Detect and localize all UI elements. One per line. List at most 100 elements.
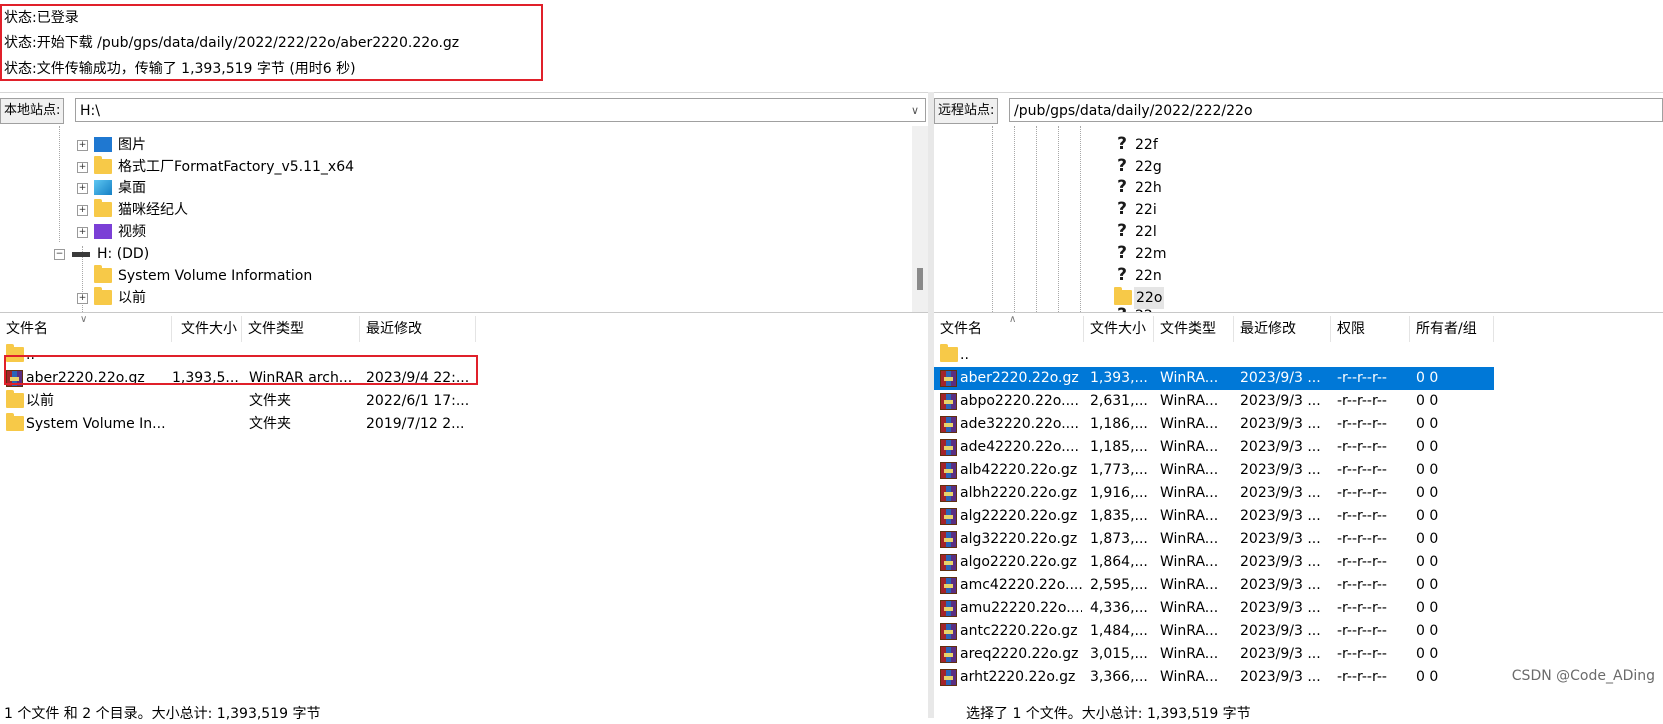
- tree-node-22n[interactable]: ? 22n: [934, 265, 1634, 287]
- local-site-bar: 本地站点: H:\ ∨: [0, 98, 928, 124]
- remote-file-list[interactable]: 文件名 ∧ 文件大小 文件类型 最近修改 权限 所有者/组 .. aber2220…: [934, 316, 1663, 704]
- column-header-modified[interactable]: 最近修改: [360, 316, 476, 342]
- tree-node-label: 22f: [1135, 137, 1158, 153]
- file-type: WinRA...: [1160, 646, 1219, 662]
- tree-node-desktop[interactable]: + 桌面: [0, 177, 900, 199]
- column-header-owner[interactable]: 所有者/组: [1410, 316, 1494, 342]
- tree-node-label: 桌面: [118, 180, 146, 196]
- column-header-permissions[interactable]: 权限: [1331, 316, 1410, 342]
- winrar-icon: [940, 646, 957, 663]
- file-row[interactable]: antc2220.22o.gz 1,484,... WinRA... 2023/9/3…: [934, 620, 1494, 643]
- file-row[interactable]: 以前 文件夹 2022/6/1 17:...: [0, 390, 478, 413]
- column-header-size[interactable]: 文件大小: [1084, 316, 1154, 342]
- file-row[interactable]: System Volume In... 文件夹 2019/7/12 2...: [0, 413, 478, 436]
- file-permissions: -r--r--r--: [1337, 531, 1387, 547]
- tree-node-label: 格式工厂FormatFactory_v5.11_x64: [118, 159, 355, 175]
- winrar-icon: [940, 669, 957, 686]
- watermark-text: CSDN @Code_ADing: [1511, 668, 1655, 684]
- expand-icon[interactable]: +: [77, 227, 88, 238]
- local-path-input[interactable]: H:\ ∨: [75, 98, 926, 122]
- file-type: WinRA...: [1160, 370, 1219, 386]
- file-permissions: -r--r--r--: [1337, 439, 1387, 455]
- column-header-type[interactable]: 文件类型: [242, 316, 360, 342]
- file-row[interactable]: algo2220.22o.gz 1,864,... WinRA... 2023/9/3…: [934, 551, 1494, 574]
- tree-node-22m[interactable]: ? 22m: [934, 243, 1634, 265]
- column-header-size[interactable]: 文件大小: [172, 316, 242, 342]
- file-modified: 2023/9/3 ...: [1240, 577, 1321, 593]
- file-modified: 2023/9/3 ...: [1240, 623, 1321, 639]
- remote-directory-tree[interactable]: ? 22f ? 22g ? 22h ? 22i ? 22l ? 22m ? 22…: [934, 126, 1663, 313]
- folder-icon: [94, 287, 112, 305]
- local-directory-tree[interactable]: + 图片 + 格式工厂FormatFactory_v5.11_x64 + 桌面 …: [0, 126, 928, 313]
- column-header-type[interactable]: 文件类型: [1154, 316, 1234, 342]
- file-row[interactable]: aber2220.22o.gz 1,393,... WinRA... 2023/9/3…: [934, 367, 1494, 390]
- file-owner: 0 0: [1416, 531, 1439, 547]
- file-permissions: -r--r--r--: [1337, 577, 1387, 593]
- tree-node-22l[interactable]: ? 22l: [934, 221, 1634, 243]
- remote-path-input[interactable]: /pub/gps/data/daily/2022/222/22o: [1009, 98, 1663, 122]
- file-row[interactable]: arht2220.22o.gz 3,366,... WinRA... 2023/9/3…: [934, 666, 1494, 689]
- tree-node-videos[interactable]: + 视频: [0, 221, 900, 243]
- file-row[interactable]: ade42220.22o.... 1,185,... WinRA... 2023/9/…: [934, 436, 1494, 459]
- winrar-icon: [940, 508, 957, 525]
- file-name: ade42220.22o....: [960, 439, 1079, 455]
- file-row[interactable]: alg32220.22o.gz 1,873,... WinRA... 2023/9/3…: [934, 528, 1494, 551]
- file-row[interactable]: amc42220.22o.... 2,595,... WinRA... 2023/9/…: [934, 574, 1494, 597]
- tree-node-label: 22g: [1135, 159, 1162, 175]
- local-site-label: 本地站点:: [0, 98, 65, 124]
- file-size: 1,393,...: [1090, 370, 1148, 386]
- chevron-down-icon[interactable]: ∨: [911, 99, 919, 121]
- unknown-folder-icon: ?: [1114, 306, 1130, 312]
- collapse-icon[interactable]: −: [54, 249, 65, 260]
- unknown-folder-icon: ?: [1114, 157, 1132, 175]
- file-owner: 0 0: [1416, 577, 1439, 593]
- local-tree-scrollbar[interactable]: [912, 126, 928, 312]
- tree-node-pictures[interactable]: + 图片: [0, 134, 900, 156]
- winrar-icon: [940, 416, 957, 433]
- tree-node-22p[interactable]: ? 22p: [934, 305, 1634, 312]
- tree-node-22h[interactable]: ? 22h: [934, 177, 1634, 199]
- file-owner: 0 0: [1416, 508, 1439, 524]
- expand-icon[interactable]: +: [77, 293, 88, 304]
- file-permissions: -r--r--r--: [1337, 554, 1387, 570]
- file-size: 2,631,...: [1090, 393, 1148, 409]
- file-owner: 0 0: [1416, 439, 1439, 455]
- file-row[interactable]: amu22220.22o.... 4,336,... WinRA... 2023/9/…: [934, 597, 1494, 620]
- file-row-parent[interactable]: ..: [934, 344, 1494, 367]
- file-modified: 2023/9/3 ...: [1240, 462, 1321, 478]
- file-name: amu22220.22o....: [960, 600, 1082, 616]
- column-header-name[interactable]: 文件名 ∨: [0, 316, 172, 342]
- file-name: algo2220.22o.gz: [960, 554, 1077, 570]
- tree-node-22f[interactable]: ? 22f: [934, 134, 1634, 156]
- column-header-modified[interactable]: 最近修改: [1234, 316, 1331, 342]
- file-row[interactable]: albh2220.22o.gz 1,916,... WinRA... 2023/9/3…: [934, 482, 1494, 505]
- file-type: WinRA...: [1160, 485, 1219, 501]
- tree-node-22i[interactable]: ? 22i: [934, 199, 1634, 221]
- file-size: 1,484,...: [1090, 623, 1148, 639]
- file-type: WinRA...: [1160, 600, 1219, 616]
- file-type: WinRA...: [1160, 462, 1219, 478]
- file-name: ade32220.22o....: [960, 416, 1079, 432]
- file-row[interactable]: abpo2220.22o.... 2,631,... WinRA... 2023/9/…: [934, 390, 1494, 413]
- file-row[interactable]: alg22220.22o.gz 1,835,... WinRA... 2023/9/3…: [934, 505, 1494, 528]
- file-row[interactable]: ade32220.22o.... 1,186,... WinRA... 2023/9/…: [934, 413, 1494, 436]
- expand-icon[interactable]: +: [77, 162, 88, 173]
- file-type: WinRA...: [1160, 577, 1219, 593]
- tree-node-drive-h[interactable]: − H: (DD): [0, 243, 900, 265]
- expand-icon[interactable]: +: [77, 183, 88, 194]
- column-header-name[interactable]: 文件名 ∧: [934, 316, 1084, 342]
- expand-icon[interactable]: +: [77, 140, 88, 151]
- tree-node-yiqian[interactable]: + 以前: [0, 287, 900, 309]
- file-row[interactable]: areq2220.22o.gz 3,015,... WinRA... 2023/9/3…: [934, 643, 1494, 666]
- file-row[interactable]: alb42220.22o.gz 1,773,... WinRA... 2023/9/3…: [934, 459, 1494, 482]
- sort-indicator-icon: ∧: [1009, 316, 1017, 325]
- tree-node-system-volume[interactable]: System Volume Information: [0, 265, 900, 287]
- file-size: 1,773,...: [1090, 462, 1148, 478]
- tree-node-22g[interactable]: ? 22g: [934, 156, 1634, 178]
- tree-node-catagent[interactable]: + 猫咪经纪人: [0, 199, 900, 221]
- tree-node-formatfactory[interactable]: + 格式工厂FormatFactory_v5.11_x64: [0, 156, 900, 178]
- file-owner: 0 0: [1416, 646, 1439, 662]
- file-permissions: -r--r--r--: [1337, 669, 1387, 685]
- expand-icon[interactable]: +: [77, 205, 88, 216]
- scrollbar-thumb[interactable]: [917, 268, 923, 290]
